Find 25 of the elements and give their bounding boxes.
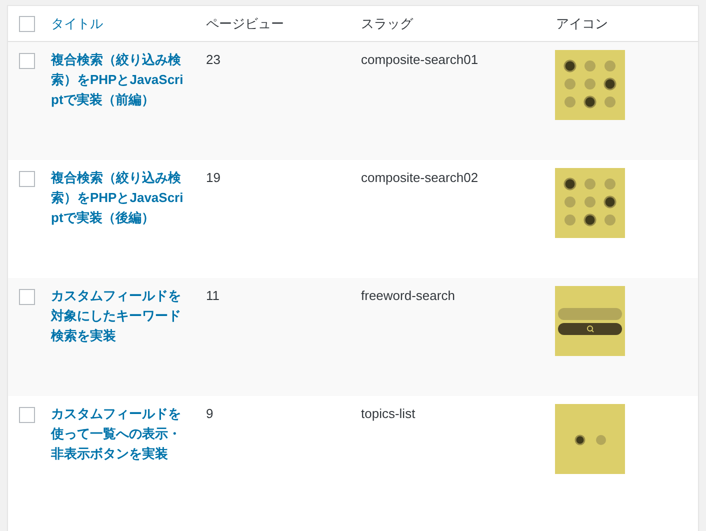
two-dots-icon — [555, 404, 625, 474]
dot-grid-icon — [555, 168, 625, 238]
table-cell-text: 23 — [206, 51, 220, 69]
table-cell-text: composite-search02 — [361, 169, 478, 187]
post-title-link[interactable]: カスタムフィールドを使って一覧への表示・非表示ボタンを実装 — [51, 404, 184, 464]
table-cell-text: composite-search01 — [361, 51, 478, 69]
post-title-link[interactable]: カスタムフィールドを対象にしたキーワード検索を実装 — [51, 286, 184, 346]
search-bar-icon — [555, 286, 625, 356]
post-title-link[interactable]: 複合検索（絞り込み検索）をPHPとJavaScriptで実装（後編） — [51, 168, 184, 228]
checkbox[interactable] — [19, 53, 35, 69]
dot-grid-icon — [555, 50, 625, 120]
table-cell-text: freeword-search — [361, 287, 455, 305]
table-cell-text: 11 — [206, 287, 220, 305]
column-header: ページビュー — [206, 14, 284, 33]
column-header: アイコン — [556, 14, 608, 33]
column-header: スラッグ — [361, 14, 413, 33]
post-title-link[interactable]: 複合検索（絞り込み検索）をPHPとJavaScriptで実装（前編） — [51, 50, 184, 110]
table-cell-text: topics-list — [361, 405, 416, 423]
table-cell-text: 19 — [206, 169, 220, 187]
sortable-column-header[interactable]: タイトル — [51, 14, 103, 34]
checkbox[interactable] — [19, 289, 35, 305]
checkbox[interactable] — [19, 16, 35, 32]
table-cell-text: 9 — [206, 405, 214, 423]
checkbox[interactable] — [19, 407, 35, 423]
checkbox[interactable] — [19, 171, 35, 187]
